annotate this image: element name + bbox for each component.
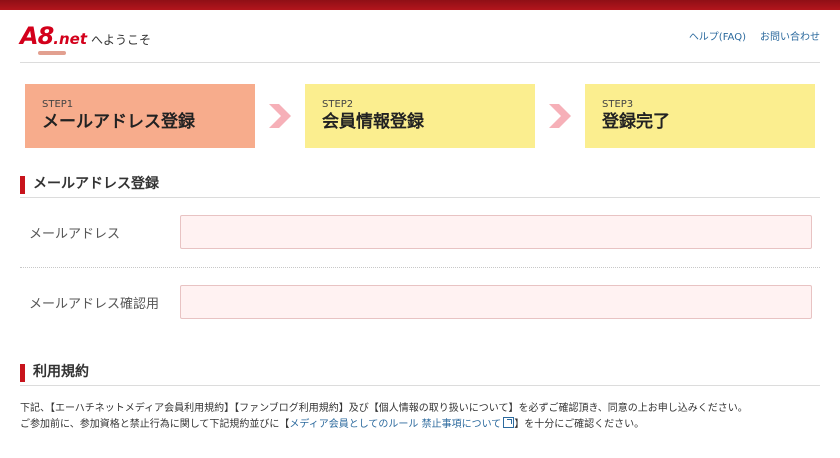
row-divider [20,267,820,268]
help-faq-link[interactable]: ヘルプ(FAQ) [689,28,746,43]
header-links: ヘルプ(FAQ) お問い合わせ [689,28,820,43]
step-1-number: STEP1 [42,99,74,110]
email-label: メールアドレス [29,227,121,242]
logo-swoosh [38,51,66,55]
email-confirm-label: メールアドレス確認用 [29,297,160,312]
site-header: A8.net へようこそ ヘルプ(FAQ) お問い合わせ [20,10,820,63]
prohibited-items-link[interactable]: 禁止事項について [422,419,502,430]
email-confirm-input[interactable] [180,285,812,319]
step-2-title: 会員情報登録 [322,112,424,132]
step-3-number: STEP3 [602,99,634,110]
registration-steps: STEP1 メールアドレス登録 STEP2 会員情報登録 STEP3 登録完了 [25,84,815,148]
logo-mark: A8.net [20,22,88,50]
step-2-number: STEP2 [322,99,354,110]
email-input[interactable] [180,215,812,249]
welcome-text: へようこそ [91,33,152,47]
terms-line-1: 下記、【エーハチネットメディア会員利用規約】【ファンブログ利用規約】及び【個人情… [20,403,748,414]
step-2: STEP2 会員情報登録 [305,84,535,148]
step-arrow-icon [549,104,571,128]
terms-text: 下記、【エーハチネットメディア会員利用規約】【ファンブログ利用規約】及び【個人情… [20,401,820,433]
terms-line-2: ご参加前に、参加資格と禁止行為に関して下記規約並びに【メディア会員としてのルール… [20,417,645,430]
step-1: STEP1 メールアドレス登録 [25,84,255,148]
contact-link[interactable]: お問い合わせ [760,28,820,43]
top-accent-bar [0,0,840,10]
step-arrow-icon [269,104,291,128]
media-rules-link[interactable]: メディア会員としてのルール [289,419,418,430]
step-3-title: 登録完了 [602,112,670,132]
external-link-icon[interactable] [503,417,515,428]
terms-section-heading: 利用規約 [20,364,820,386]
a8-logo[interactable]: A8.net へようこそ [20,22,152,55]
step-1-title: メールアドレス登録 [42,112,195,132]
step-3: STEP3 登録完了 [585,84,815,148]
email-section-heading: メールアドレス登録 [20,176,820,198]
